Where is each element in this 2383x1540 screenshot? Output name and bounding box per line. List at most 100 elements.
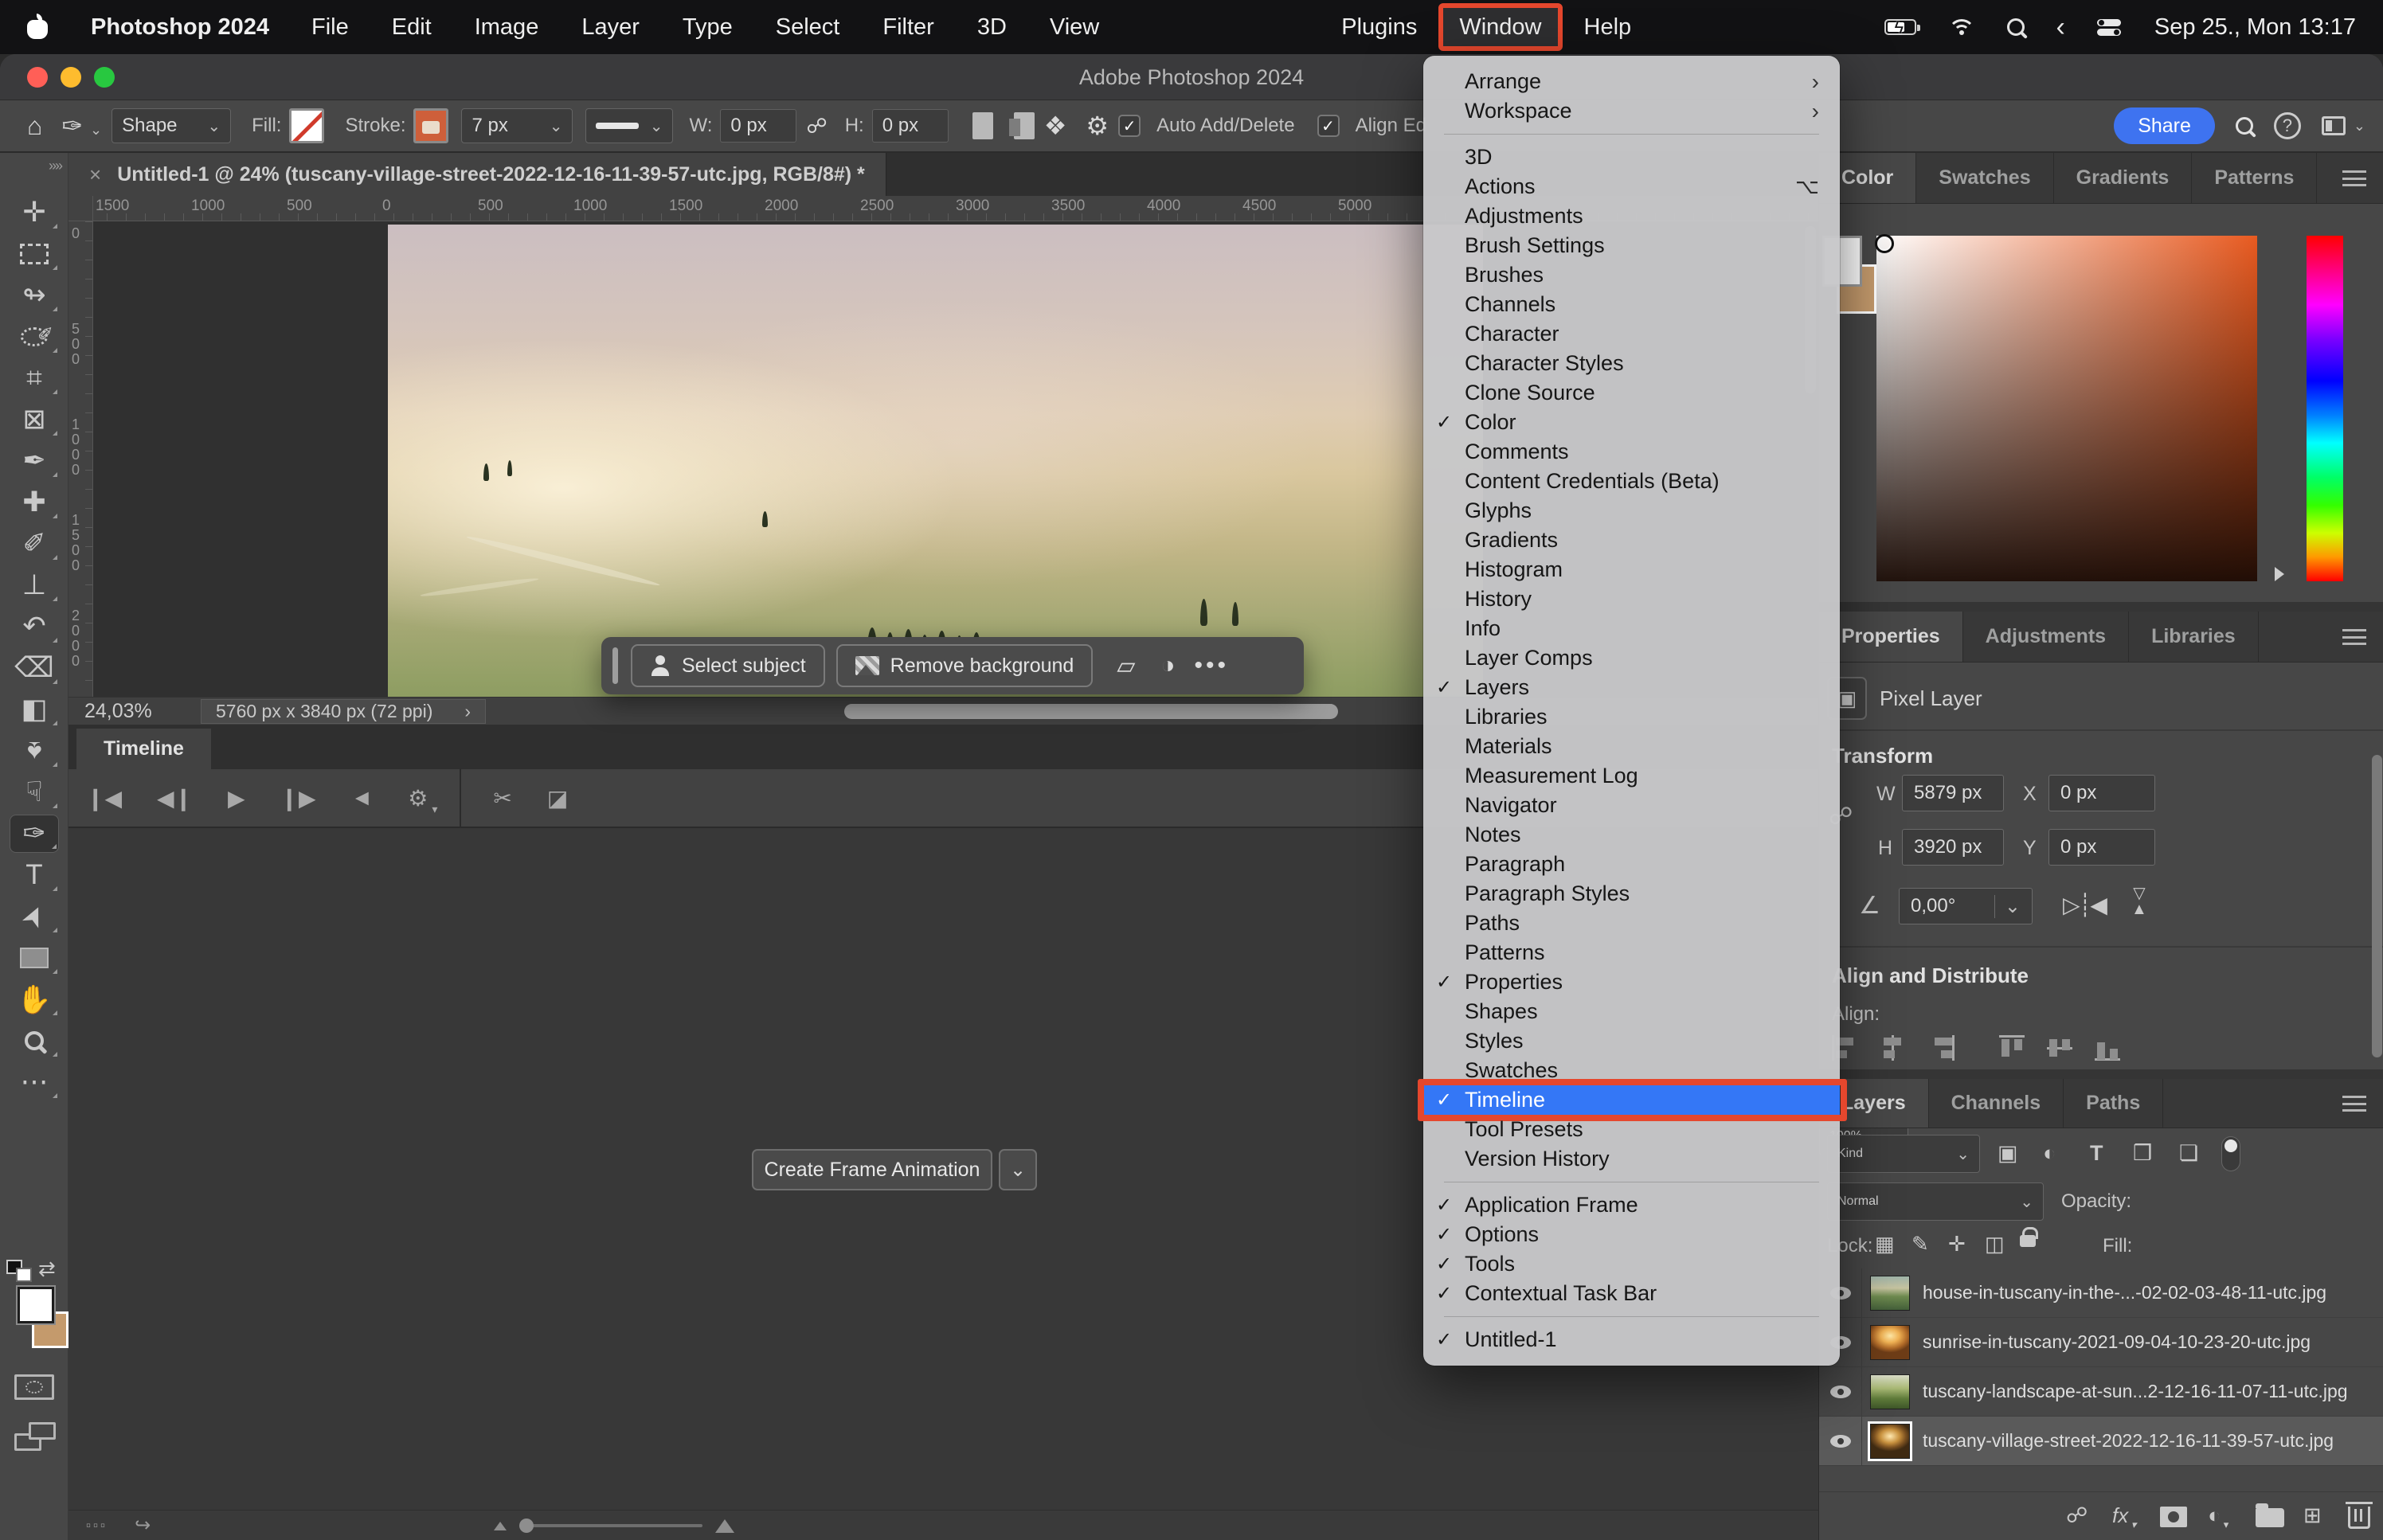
transform-image-icon[interactable]: ▱ (1117, 652, 1135, 680)
timeline-settings-icon[interactable]: ⚙▾ (408, 785, 428, 811)
flip-horizontal-icon[interactable]: ▷┊◀ (2063, 892, 2106, 918)
window-menu-item-glyphs[interactable]: Glyphs (1423, 496, 1840, 526)
type-tool[interactable]: T (10, 856, 59, 894)
history-brush-tool[interactable]: ↶ (10, 608, 59, 646)
path-alignment-icon[interactable] (1014, 112, 1035, 139)
swap-colors-icon[interactable]: ⇄ (38, 1257, 56, 1281)
shape-height-input[interactable]: 0 px (872, 109, 949, 143)
path-selection-tool[interactable]: ➤ (10, 897, 59, 936)
y-input[interactable]: 0 px (2048, 829, 2155, 866)
brush-tool[interactable]: ✐ (10, 525, 59, 563)
search-icon[interactable] (2236, 117, 2253, 135)
menubar-item-help[interactable]: Help (1563, 0, 1653, 54)
quick-mask-icon[interactable] (14, 1374, 54, 1400)
document-image[interactable] (388, 225, 1483, 697)
zoom-level[interactable]: 24,03% (84, 700, 180, 723)
share-button[interactable]: Share (2114, 107, 2215, 144)
canvas-horizontal-scrollbar[interactable] (844, 704, 1338, 719)
zoom-slider-track[interactable] (519, 1524, 702, 1527)
move-tool[interactable]: ✛ (10, 193, 59, 232)
filter-smart-objects-icon[interactable]: ❏ (2179, 1141, 2198, 1166)
menubar-item-layer[interactable]: Layer (560, 0, 661, 54)
zoom-out-icon[interactable] (494, 1522, 507, 1530)
window-menu-item-arrange[interactable]: Arrange› (1423, 67, 1840, 96)
lock-paint-icon[interactable]: ✎ (1911, 1232, 1929, 1257)
close-tab-icon[interactable]: × (89, 162, 101, 187)
width-input[interactable]: 5879 px (1902, 775, 2004, 811)
layer-row[interactable]: house-in-tuscany-in-the-...-02-02-03-48-… (1819, 1268, 2383, 1318)
document-tab[interactable]: × Untitled-1 @ 24% (tuscany-village-stre… (68, 153, 886, 196)
align-bottom-icon[interactable] (2095, 1035, 2122, 1061)
window-menu-item-character-styles[interactable]: Character Styles (1423, 349, 1840, 378)
eraser-tool[interactable]: ⌫ (10, 649, 59, 687)
zoom-slider-thumb[interactable] (519, 1519, 534, 1533)
document-size-info[interactable]: 5760 px x 3840 px (72 ppi)› (201, 699, 486, 724)
close-window-button[interactable] (27, 67, 48, 88)
window-menu-item-shapes[interactable]: Shapes (1423, 997, 1840, 1026)
align-top-icon[interactable] (1999, 1035, 2026, 1061)
window-menu-item-paths[interactable]: Paths (1423, 909, 1840, 938)
frame-tool[interactable]: ⊠ (10, 401, 59, 439)
menubar-item-3d[interactable]: 3D (956, 0, 1028, 54)
create-animation-dropdown-icon[interactable]: ⌄ (999, 1149, 1037, 1190)
blend-mode-select[interactable]: Normal⌄ (1827, 1182, 2044, 1221)
blur-tool[interactable]: ♠ (10, 732, 59, 770)
panel-menu-icon[interactable] (2342, 629, 2366, 645)
render-export-icon[interactable]: ↪ (135, 1514, 151, 1537)
select-subject-button[interactable]: Select subject (631, 644, 825, 687)
window-menu-item-tool-presets[interactable]: Tool Presets (1423, 1115, 1840, 1144)
tool-mode-select[interactable]: Shape⌄ (112, 108, 231, 143)
adjustment-layer-icon[interactable]: ◐▾ (2208, 1503, 2221, 1528)
eye-icon[interactable] (1830, 1386, 1851, 1398)
tab-paths[interactable]: Paths (2064, 1079, 2163, 1128)
hue-slider[interactable] (2307, 236, 2343, 581)
tab-swatches[interactable]: Swatches (1916, 153, 2053, 203)
pen-tool-preset-icon[interactable]: ✑ ⌄ (61, 111, 102, 141)
tab-gradients[interactable]: Gradients (2054, 153, 2193, 203)
rotation-input[interactable]: 0,00°⌄ (1899, 888, 2033, 924)
frame-view-icon[interactable]: ▫▫▫ (86, 1518, 108, 1534)
menubar-item-filter[interactable]: Filter (861, 0, 955, 54)
window-menu-item-brushes[interactable]: Brushes (1423, 260, 1840, 290)
lock-all-icon[interactable] (2020, 1235, 2036, 1247)
gradient-tool[interactable]: ◧ (10, 690, 59, 729)
play-icon[interactable]: ▶ (228, 785, 245, 811)
layer-row[interactable]: sunrise-in-tuscany-2021-09-04-10-23-20-u… (1819, 1318, 2383, 1367)
crop-tool[interactable]: ⌗ (10, 359, 59, 397)
window-menu-item-brush-settings[interactable]: Brush Settings (1423, 231, 1840, 260)
tab-properties[interactable]: Properties (1819, 612, 1963, 662)
layer-thumbnail[interactable] (1870, 1424, 1910, 1459)
menubar-item-plugins[interactable]: Plugins (1320, 0, 1438, 54)
path-arrangement-icon[interactable]: ❖ (1044, 111, 1067, 141)
tab-timeline[interactable]: Timeline (76, 729, 211, 769)
window-menu-item-materials[interactable]: Materials (1423, 732, 1840, 761)
menubar-item-type[interactable]: Type (661, 0, 754, 54)
eyedropper-tool[interactable]: ✒ (10, 442, 59, 480)
layer-filter-kind-select[interactable]: Kind⌄ (1827, 1135, 1980, 1173)
layer-row[interactable]: tuscany-landscape-at-sun...2-12-16-11-07… (1819, 1367, 2383, 1417)
filter-toggle-switch[interactable] (2221, 1136, 2240, 1171)
x-input[interactable]: 0 px (2048, 775, 2155, 811)
default-colors-icon[interactable] (6, 1260, 33, 1284)
window-menu-item-history[interactable]: History (1423, 584, 1840, 614)
window-menu-item-gradients[interactable]: Gradients (1423, 526, 1840, 555)
menubar-clock[interactable]: Sep 25., Mon 13:17 (2154, 14, 2356, 41)
filter-shape-layers-icon[interactable]: ❒ (2133, 1141, 2152, 1166)
window-menu-item-character[interactable]: Character (1423, 319, 1840, 349)
window-menu-item-3d[interactable]: 3D (1423, 143, 1840, 172)
control-center-icon[interactable] (2097, 18, 2123, 37)
window-menu-item-timeline[interactable]: ✓Timeline (1423, 1085, 1840, 1115)
window-menu-item-options[interactable]: ✓Options (1423, 1220, 1840, 1249)
window-menu-item-contextual-task-bar[interactable]: ✓Contextual Task Bar (1423, 1279, 1840, 1308)
zoom-in-icon[interactable] (715, 1519, 734, 1533)
fill-swatch[interactable] (289, 108, 324, 143)
layer-visibility-cell[interactable] (1819, 1417, 1862, 1465)
stroke-swatch[interactable] (413, 108, 448, 143)
filter-adjustment-layers-icon[interactable]: ◐ (2043, 1141, 2056, 1166)
window-menu-item-histogram[interactable]: Histogram (1423, 555, 1840, 584)
filter-pixel-layers-icon[interactable]: ▣ (1998, 1141, 2018, 1166)
window-menu-item-version-history[interactable]: Version History (1423, 1144, 1840, 1174)
lasso-tool[interactable]: ↬ (10, 276, 59, 315)
flip-vertical-icon[interactable]: ▽▲ (2131, 885, 2147, 917)
lock-position-icon[interactable]: ✛ (1948, 1232, 1966, 1257)
